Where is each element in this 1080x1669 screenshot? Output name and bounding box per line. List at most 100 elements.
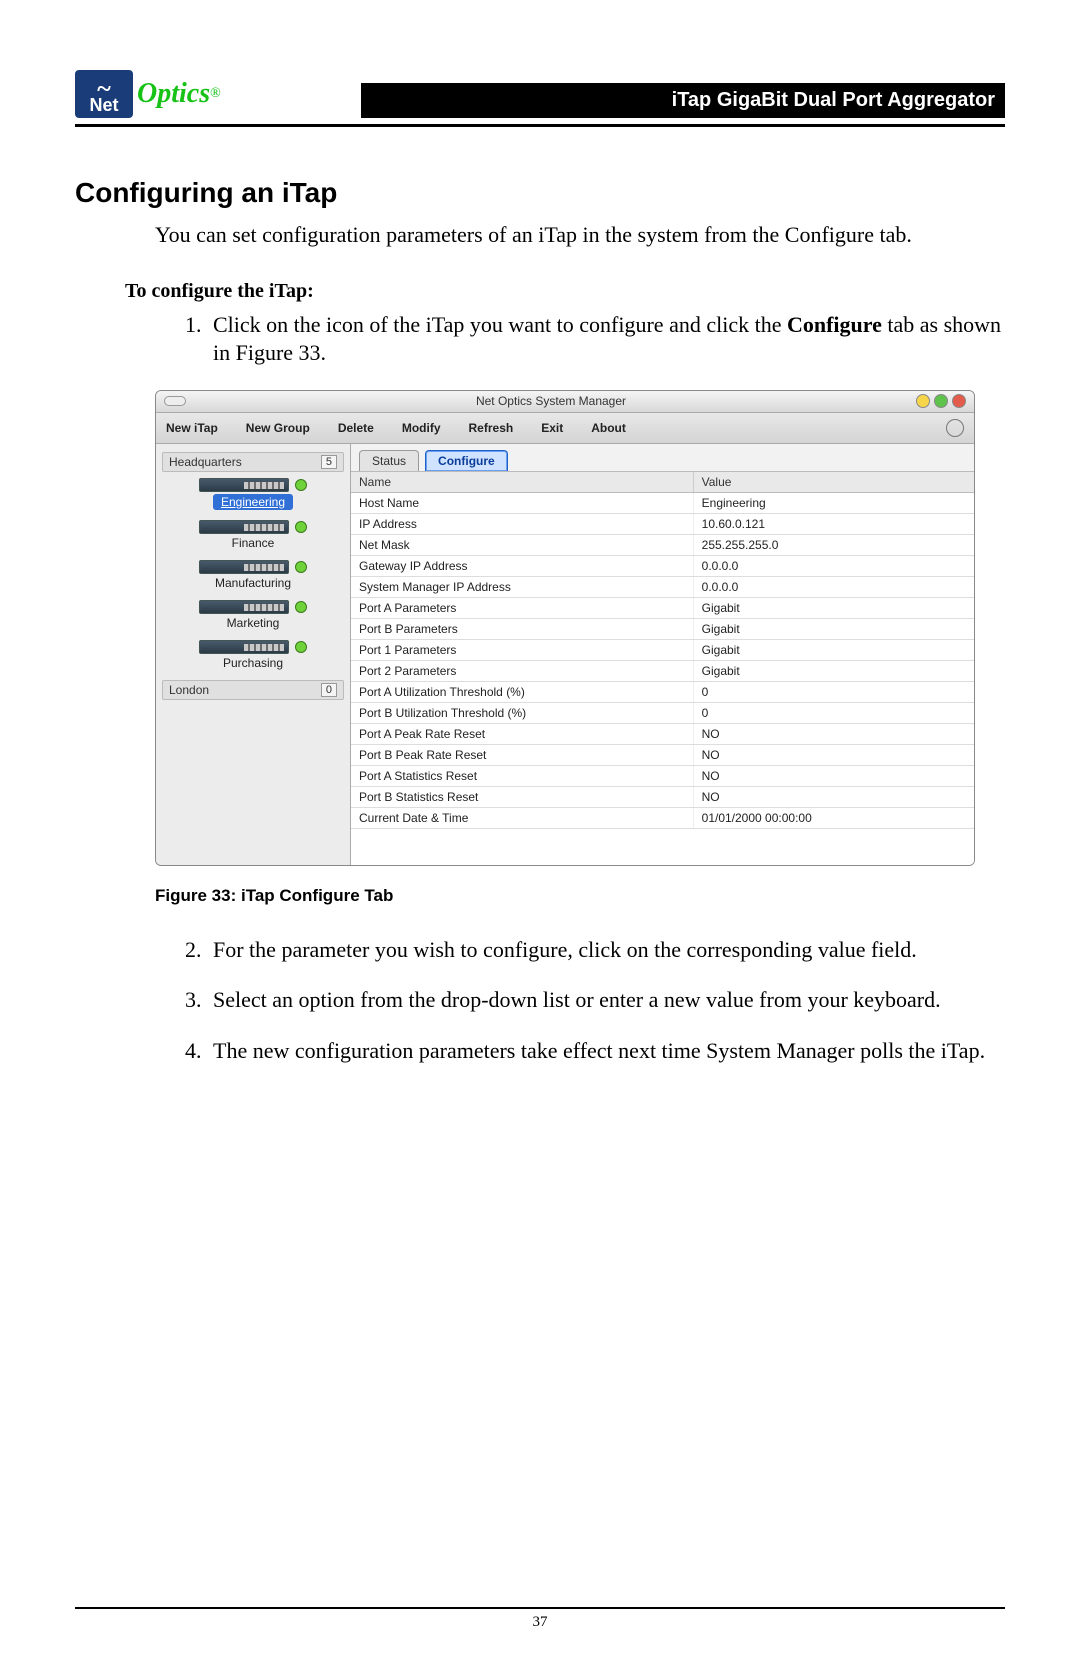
param-name: Port B Utilization Threshold (%) (351, 703, 694, 723)
device-label: Marketing (227, 616, 280, 630)
table-row[interactable]: Port B Peak Rate ResetNO (351, 745, 974, 766)
reload-icon[interactable] (946, 419, 964, 437)
step-3-text: Select an option from the drop-down list… (213, 986, 941, 1015)
param-value[interactable]: Gigabit (694, 640, 974, 660)
device-label: Finance (232, 536, 275, 550)
grid-filler (351, 829, 974, 865)
param-value[interactable]: Engineering (694, 493, 974, 513)
figure-label-bold: Figure 33: (155, 886, 236, 905)
figure-caption: Figure 33: iTap Configure Tab (155, 886, 1005, 906)
param-name: Gateway IP Address (351, 556, 694, 576)
device-purchasing[interactable]: Purchasing (160, 640, 346, 670)
param-value[interactable]: NO (694, 724, 974, 744)
param-name: Port A Parameters (351, 598, 694, 618)
table-row[interactable]: Port B Statistics ResetNO (351, 787, 974, 808)
param-name: System Manager IP Address (351, 577, 694, 597)
system-manager-window: Net Optics System Manager New iTap New G… (155, 390, 975, 866)
group-name: Headquarters (169, 455, 242, 469)
table-row[interactable]: Host NameEngineering (351, 493, 974, 514)
table-row[interactable]: Port A Utilization Threshold (%)0 (351, 682, 974, 703)
device-icon (199, 600, 289, 614)
step-2-text: For the parameter you wish to configure,… (213, 936, 917, 965)
param-name: Port B Statistics Reset (351, 787, 694, 807)
col-name[interactable]: Name (351, 472, 694, 492)
group-london[interactable]: London 0 (162, 680, 344, 700)
step-1: 1. Click on the icon of the iTap you wan… (185, 311, 1005, 368)
group-count: 0 (321, 683, 337, 697)
table-row[interactable]: Port 2 ParametersGigabit (351, 661, 974, 682)
param-name: Port A Statistics Reset (351, 766, 694, 786)
device-engineering[interactable]: Engineering (160, 478, 346, 510)
table-row[interactable]: Port A Peak Rate ResetNO (351, 724, 974, 745)
param-value[interactable]: 0.0.0.0 (694, 556, 974, 576)
menu-modify[interactable]: Modify (402, 421, 441, 435)
device-manufacturing[interactable]: Manufacturing (160, 560, 346, 590)
menu-new-itap[interactable]: New iTap (166, 421, 218, 435)
titlebar-pill-icon (164, 396, 186, 406)
header-rule (75, 124, 1005, 127)
device-icon (199, 478, 289, 492)
param-name: Current Date & Time (351, 808, 694, 828)
device-icon (199, 520, 289, 534)
param-value[interactable]: 255.255.255.0 (694, 535, 974, 555)
table-row[interactable]: Net Mask255.255.255.0 (351, 535, 974, 556)
device-finance[interactable]: Finance (160, 520, 346, 550)
menu-exit[interactable]: Exit (541, 421, 563, 435)
step-number: 1. (185, 311, 213, 368)
step-4: 4. The new configuration parameters take… (185, 1037, 1005, 1066)
table-row[interactable]: Port B Utilization Threshold (%)0 (351, 703, 974, 724)
tab-bar: Status Configure (351, 444, 974, 471)
logo-text-optics: Optics (137, 78, 210, 110)
status-led-icon (295, 521, 307, 533)
window-titlebar: Net Optics System Manager (156, 391, 974, 413)
figure-label-rest: iTap Configure Tab (236, 886, 393, 905)
param-name: Port A Peak Rate Reset (351, 724, 694, 744)
menu-about[interactable]: About (591, 421, 626, 435)
config-grid: Host NameEngineeringIP Address10.60.0.12… (351, 493, 974, 829)
close-icon[interactable] (952, 394, 966, 408)
logo-box: ~ Net (75, 70, 133, 118)
device-marketing[interactable]: Marketing (160, 600, 346, 630)
group-headquarters[interactable]: Headquarters 5 (162, 452, 344, 472)
menu-new-group[interactable]: New Group (246, 421, 310, 435)
step-2: 2. For the parameter you wish to configu… (185, 936, 1005, 965)
minimize-icon[interactable] (916, 394, 930, 408)
table-row[interactable]: Current Date & Time01/01/2000 00:00:00 (351, 808, 974, 829)
table-row[interactable]: Gateway IP Address0.0.0.0 (351, 556, 974, 577)
table-row[interactable]: Port 1 ParametersGigabit (351, 640, 974, 661)
param-value[interactable]: 10.60.0.121 (694, 514, 974, 534)
status-led-icon (295, 561, 307, 573)
table-row[interactable]: Port B ParametersGigabit (351, 619, 974, 640)
menu-delete[interactable]: Delete (338, 421, 374, 435)
param-value[interactable]: Gigabit (694, 598, 974, 618)
param-name: Port B Parameters (351, 619, 694, 639)
table-row[interactable]: Port A ParametersGigabit (351, 598, 974, 619)
param-value[interactable]: 0.0.0.0 (694, 577, 974, 597)
window-controls[interactable] (916, 394, 966, 408)
tab-status[interactable]: Status (359, 450, 419, 471)
status-led-icon (295, 479, 307, 491)
param-value[interactable]: NO (694, 745, 974, 765)
menu-refresh[interactable]: Refresh (469, 421, 514, 435)
tab-configure[interactable]: Configure (425, 450, 508, 471)
table-row[interactable]: IP Address10.60.0.121 (351, 514, 974, 535)
param-name: Port 1 Parameters (351, 640, 694, 660)
configure-bold: Configure (787, 312, 882, 337)
step-number: 4. (185, 1037, 213, 1066)
page-number: 37 (0, 1614, 1080, 1631)
param-value[interactable]: 0 (694, 682, 974, 702)
device-label: Manufacturing (215, 576, 291, 590)
param-value[interactable]: 01/01/2000 00:00:00 (694, 808, 974, 828)
param-value[interactable]: NO (694, 766, 974, 786)
col-value[interactable]: Value (694, 472, 974, 492)
device-icon (199, 560, 289, 574)
param-value[interactable]: Gigabit (694, 661, 974, 681)
param-value[interactable]: 0 (694, 703, 974, 723)
table-row[interactable]: Port A Statistics ResetNO (351, 766, 974, 787)
window-title: Net Optics System Manager (186, 394, 916, 408)
intro-paragraph: You can set configuration parameters of … (155, 221, 1005, 250)
zoom-icon[interactable] (934, 394, 948, 408)
param-value[interactable]: NO (694, 787, 974, 807)
param-value[interactable]: Gigabit (694, 619, 974, 639)
table-row[interactable]: System Manager IP Address0.0.0.0 (351, 577, 974, 598)
